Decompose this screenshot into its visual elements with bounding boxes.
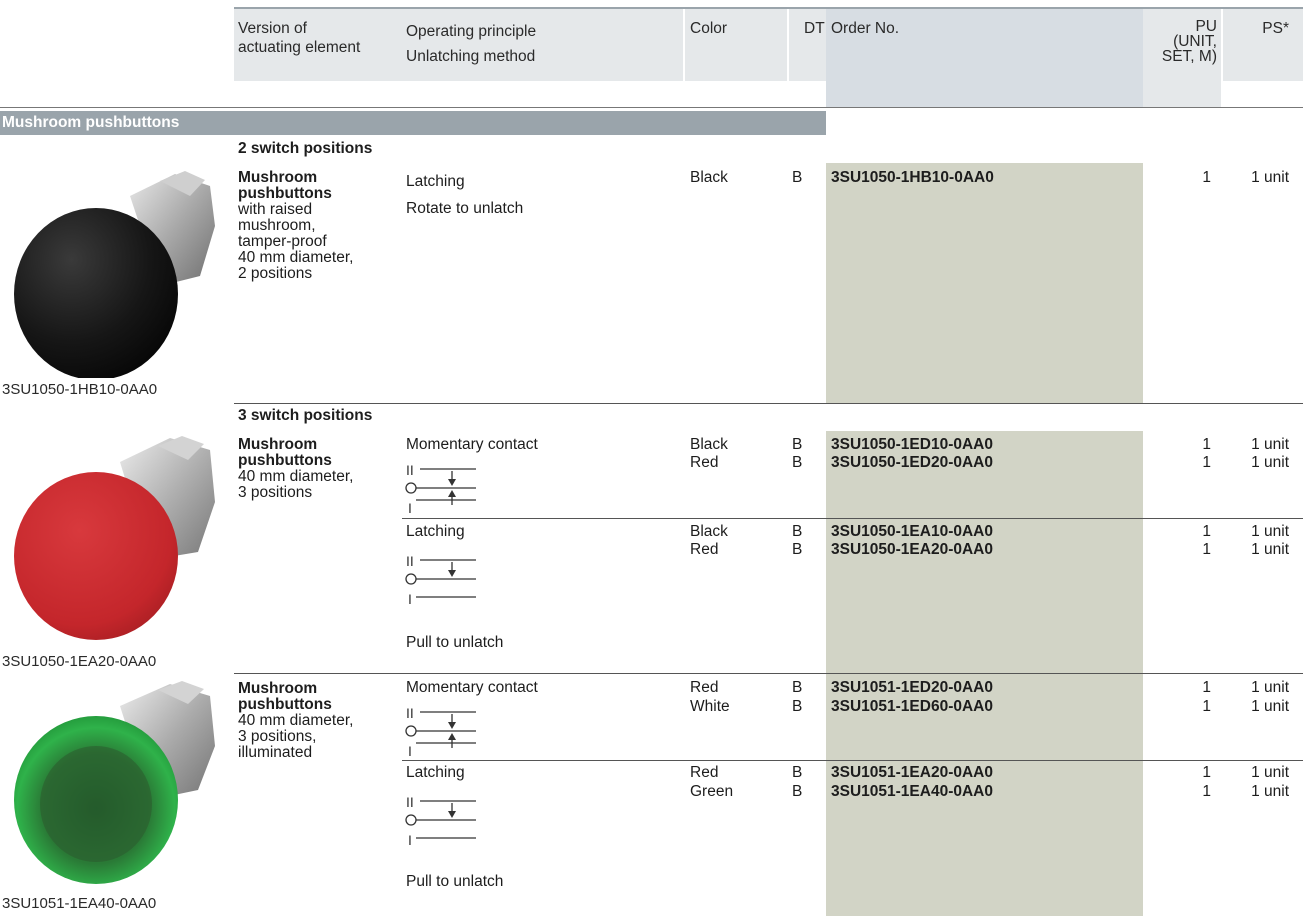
group2-sub1-dt-1: B [792,436,803,453]
group2-description: Mushroom pushbuttons 40 mm diameter, 3 p… [238,436,354,501]
group2-sub1-ps-2: 1 unit [1251,454,1289,471]
group2-sub1-color-2: Red [690,454,719,471]
group1-dt: B [792,169,803,186]
group1-op: Latching Rotate to unlatch [406,173,524,217]
group3-description: Mushroom pushbuttons 40 mm diameter, 3 p… [238,680,354,761]
svg-text:I: I [408,832,412,846]
header-sep-dt [787,7,789,81]
group2-sub2-ps-2: 1 unit [1251,541,1289,558]
group3-sub2-color-1: Red [690,764,719,781]
header-operating: Operating principle Unlatching method [406,23,537,65]
group2-sub2-order-1: 3SU1050-1EA10-0AA0 [831,523,993,540]
svg-text:II: II [406,553,414,569]
group1-color: Black [690,169,728,186]
group1-title: 2 switch positions [238,140,373,157]
group3-sub-rule [402,760,1303,761]
group3-sub2-order-1: 3SU1051-1EA20-0AA0 [831,764,993,781]
group2-sub1-pu-2: 1 [1202,454,1211,471]
header-pu: PU (UNIT, SET, M) [1161,18,1217,65]
group2-sub2-unlatch: Pull to unlatch [406,634,504,651]
group3-sub1-ps-2: 1 unit [1251,698,1289,715]
group3-sub1-dt-2: B [792,698,803,715]
header-color: Color [690,20,728,37]
group3-sub2-op: Latching [406,764,465,781]
group2-sub2-color-2: Red [690,541,719,558]
svg-text:II: II [406,462,414,478]
order-col-bg-g1 [826,163,1143,403]
group3-sub2-color-2: Green [690,783,734,800]
group3-sub2-pu-2: 1 [1202,783,1211,800]
group1-image-caption: 3SU1050-1HB10-0AA0 [2,381,158,398]
group2-sub1-dt-2: B [792,454,803,471]
group3-sub1-ps-1: 1 unit [1251,679,1289,696]
section-title: Mushroom pushbuttons [0,111,826,135]
group3-sub2-dt-1: B [792,764,803,781]
group3-sub1-pu-1: 1 [1202,679,1211,696]
group3-sub1-color-2: White [690,698,730,715]
group3-sub1-op: Momentary contact [406,679,538,696]
header-order-no: Order No. [831,20,900,37]
green-illuminated-mushroom-pushbutton-image [14,681,215,884]
group3-sub2-order-2: 3SU1051-1EA40-0AA0 [831,783,993,800]
group3-sub2-dt-2: B [792,783,803,800]
group1-order: 3SU1050-1HB10-0AA0 [831,169,994,186]
header-top-rule [234,7,1303,9]
group2-sub1-order-2: 3SU1050-1ED20-0AA0 [831,454,993,471]
svg-text:I: I [408,591,412,605]
group3-sub1-pu-2: 1 [1202,698,1211,715]
svg-text:II: II [406,705,414,721]
black-mushroom-pushbutton-image [14,171,215,378]
group2-sub2-pu-1: 1 [1202,523,1211,540]
latching-symbol: II I [405,794,476,846]
group3-image-caption: 3SU1051-1EA40-0AA0 [2,895,157,912]
group3-sub1-dt-1: B [792,679,803,696]
group3-sub2-ps-2: 1 unit [1251,783,1289,800]
red-mushroom-pushbutton-image [14,436,215,640]
group2-title: 3 switch positions [238,407,373,424]
group1-bottom-rule [234,403,1303,404]
group2-sub2-order-2: 3SU1050-1EA20-0AA0 [831,541,993,558]
momentary-contact-symbol: II I [405,705,476,757]
group2-sub2-op: Latching [406,523,465,540]
group2-sub1-pu-1: 1 [1202,436,1211,453]
header-bottom-rule [0,107,1303,108]
momentary-contact-symbol: II I [405,462,476,514]
group3-sub1-order-1: 3SU1051-1ED20-0AA0 [831,679,993,696]
group3-sub1-color-1: Red [690,679,719,696]
group2-sub2-color-1: Black [690,523,728,540]
svg-text:II: II [406,794,414,810]
header-sep-color [683,7,685,81]
group1-pu: 1 [1202,169,1211,186]
svg-text:I: I [408,743,412,757]
group2-sub2-dt-1: B [792,523,803,540]
group1-description: Mushroom pushbuttons with raised mushroo… [238,169,354,282]
group2-sub1-order-1: 3SU1050-1ED10-0AA0 [831,436,993,453]
group2-sub-rule [402,518,1303,519]
group3-sub2-ps-1: 1 unit [1251,764,1289,781]
svg-text:I: I [408,500,412,514]
group2-sub2-ps-1: 1 unit [1251,523,1289,540]
group3-sub2-unlatch: Pull to unlatch [406,873,504,890]
group2-bottom-rule [234,673,1303,674]
group3-sub1-order-2: 3SU1051-1ED60-0AA0 [831,698,993,715]
group2-sub2-dt-2: B [792,541,803,558]
group3-sub2-pu-1: 1 [1202,764,1211,781]
header-ps: PS* [1262,20,1289,37]
group1-ps: 1 unit [1251,169,1289,186]
group2-sub1-ps-1: 1 unit [1251,436,1289,453]
group2-sub1-color-1: Black [690,436,728,453]
header-version: Version of actuating element [238,20,361,56]
group2-sub1-op: Momentary contact [406,436,538,453]
group2-sub2-pu-2: 1 [1202,541,1211,558]
latching-symbol: II I [405,553,476,605]
header-dt: DT [804,20,825,37]
group2-image-caption: 3SU1050-1EA20-0AA0 [2,653,157,670]
